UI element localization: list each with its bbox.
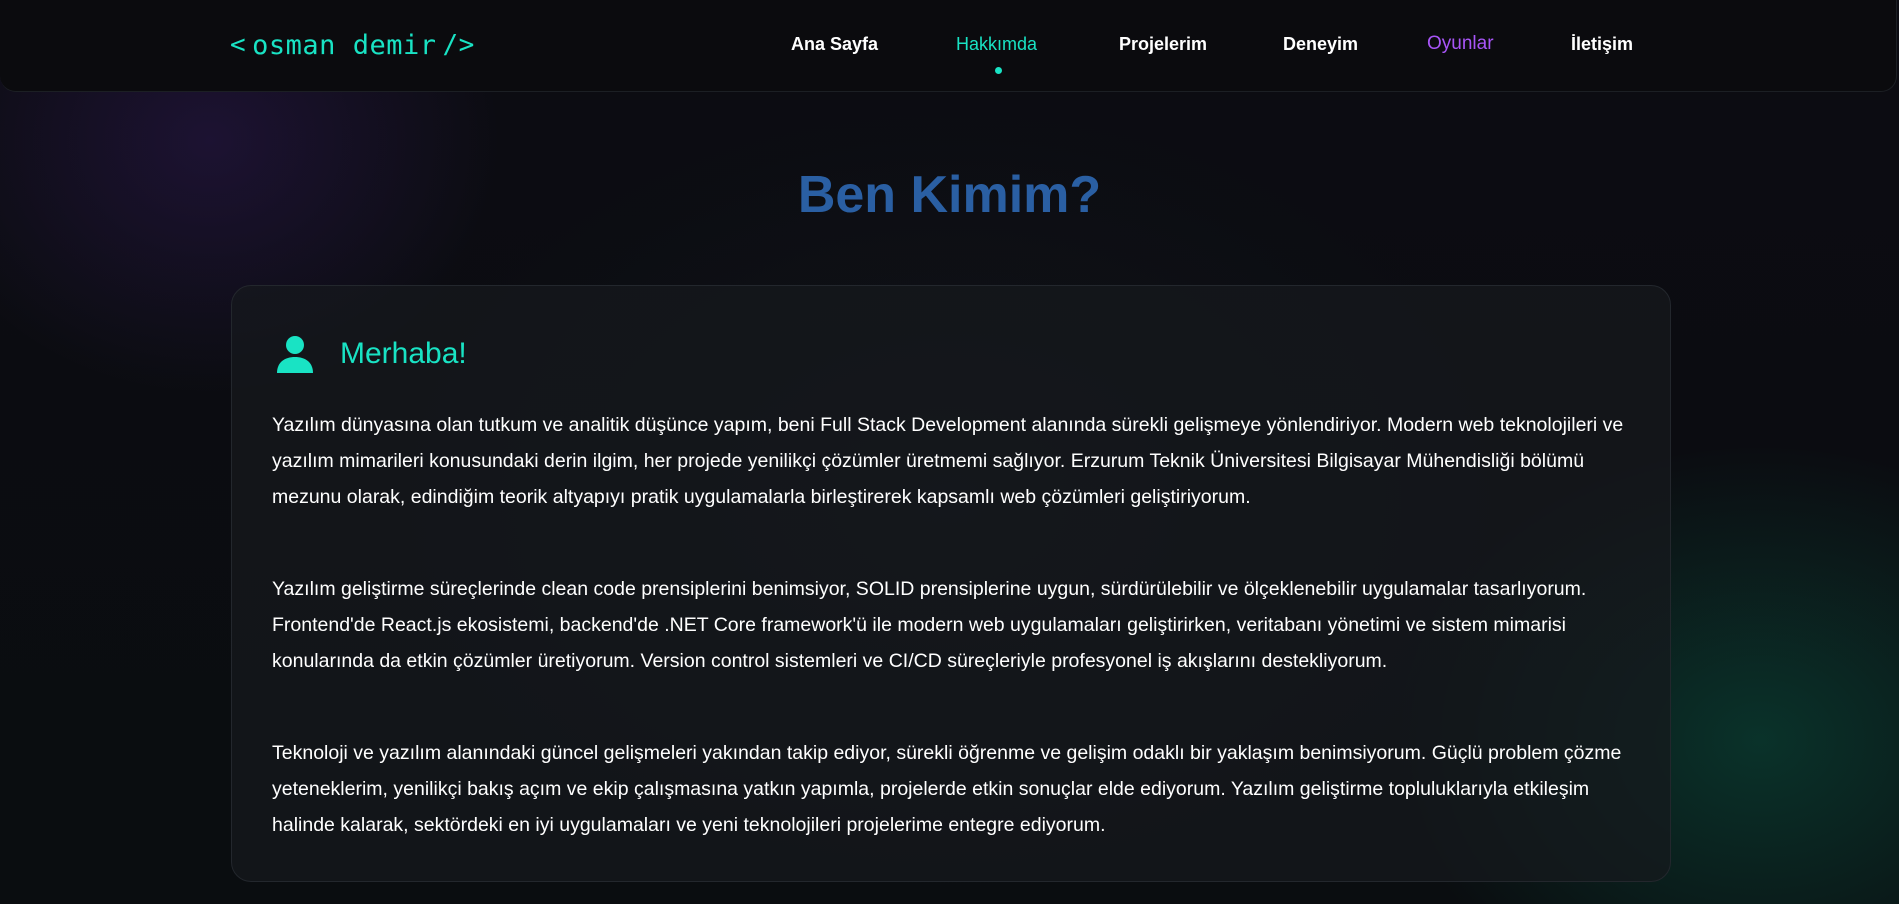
about-paragraph-2: Yazılım geliştirme süreçlerinde clean co…: [272, 578, 1587, 672]
active-nav-indicator: [995, 67, 1002, 74]
main-nav: Ana Sayfa Hakkımda Projelerim Deneyim Oy…: [0, 33, 1896, 57]
nav-item-ana-sayfa[interactable]: Ana Sayfa: [791, 33, 878, 55]
nav-item-deneyim[interactable]: Deneyim: [1283, 33, 1358, 55]
nav-item-iletisim[interactable]: İletişim: [1571, 33, 1633, 55]
about-paragraph-1: Yazılım dünyasına olan tutkum ve analiti…: [272, 414, 1624, 508]
nav-item-hakkimda[interactable]: Hakkımda: [956, 33, 1037, 55]
nav-item-projelerim[interactable]: Projelerim: [1119, 33, 1207, 55]
page-title: Ben Kimim?: [797, 166, 1102, 224]
about-paragraph-3: Teknoloji ve yazılım alanındaki güncel g…: [272, 742, 1622, 836]
card-heading: Merhaba!: [340, 337, 467, 370]
nav-item-oyunlar[interactable]: Oyunlar: [1427, 33, 1494, 55]
about-card: Merhaba! Yazılım dünyasına olan tutkum v…: [231, 285, 1671, 882]
card-header: Merhaba!: [277, 331, 467, 377]
site-header: < osman demir /> Ana Sayfa Hakkımda Proj…: [0, 0, 1897, 92]
user-icon: [277, 336, 313, 373]
